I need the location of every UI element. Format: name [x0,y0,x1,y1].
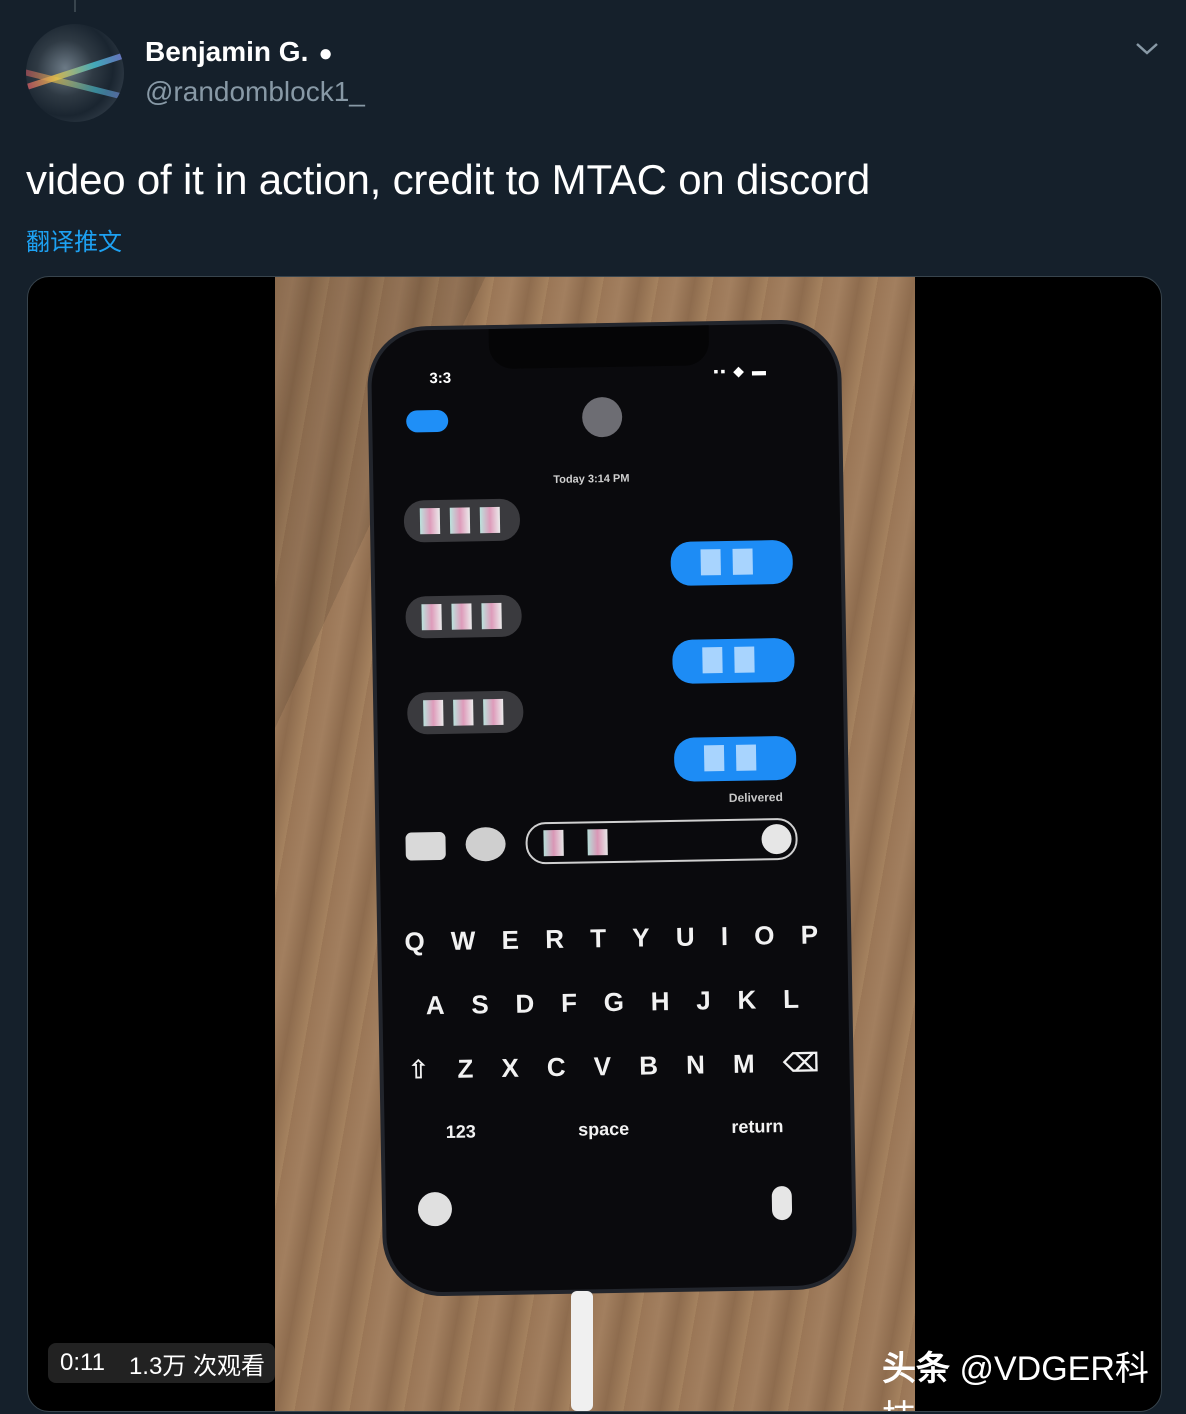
video-player[interactable]: 3:3 ▪▪ ◆ ▬ Today 3:14 PM Delivered Q W E… [27,276,1162,1412]
key: X [501,1052,520,1083]
numbers-key: 123 [445,1121,476,1142]
author-name-row[interactable]: Benjamin G. ● [145,36,333,68]
delivered-label: Delivered [728,790,783,805]
key: K [737,984,757,1015]
keyboard-row-1: Q W E R T Y U I O P [391,919,831,958]
delete-key: ⌫ [782,1047,820,1079]
author-handle[interactable]: @randomblock1_ [145,76,365,108]
outgoing-bubble [670,539,794,586]
video-info-badge: 0:11 1.3万 次观看 [48,1343,275,1383]
camera-icon [405,831,446,861]
key: F [560,987,578,1018]
phone-notch [488,325,710,370]
video-view-count: 1.3万 次观看 [128,1352,265,1380]
keyboard-row-3: ⇧ Z X C V B N M ⌫ [393,1047,833,1086]
app-store-icon [465,826,506,862]
translate-tweet-link[interactable]: 翻译推文 [26,222,122,257]
phone-in-video: 3:3 ▪▪ ◆ ▬ Today 3:14 PM Delivered Q W E… [366,318,858,1298]
key: Y [632,922,650,953]
onscreen-keyboard: Q W E R T Y U I O P A S D F G H J K L ⇧ … [391,919,831,1142]
key: B [638,1050,659,1081]
key: T [589,923,607,954]
key: Q [404,926,425,957]
send-icon [761,823,792,855]
key: O [754,920,775,951]
phone-status-icons: ▪▪ ◆ ▬ [713,362,769,380]
charging-cable [571,1291,593,1411]
space-key: space [577,1118,630,1140]
thread-line [74,0,76,12]
conversation-time: Today 3:14 PM [553,472,630,486]
key: P [800,919,819,950]
watermark-prefix: 头条 [882,1350,950,1388]
incoming-bubble [405,594,522,639]
key: J [696,985,711,1016]
key: W [450,925,476,956]
phone-status-time: 3:3 [429,369,452,388]
key: R [544,923,565,955]
video-duration: 0:11 [60,1349,105,1376]
tweet-text: video of it in action, credit to MTAC on… [26,156,870,203]
keyboard-row-4: 123 space return [394,1115,834,1144]
author-name[interactable]: Benjamin G. [145,36,308,67]
back-icon [406,409,449,433]
key: D [515,988,535,1019]
shift-key: ⇧ [407,1054,430,1085]
globe-icon [417,1191,453,1227]
microphone-icon [771,1185,793,1221]
return-key: return [731,1116,784,1137]
incoming-bubble [406,690,524,735]
key: U [675,921,695,952]
key: V [593,1051,612,1082]
key: I [720,920,729,952]
chevron-down-icon[interactable] [1134,36,1160,62]
key: L [782,983,800,1015]
key: C [546,1051,566,1083]
video-frame[interactable]: 3:3 ▪▪ ◆ ▬ Today 3:14 PM Delivered Q W E… [275,277,915,1411]
keyboard-row-2: A S D F G H J K L [392,983,832,1022]
incoming-bubble [403,498,521,543]
key: Z [457,1053,474,1084]
key: M [732,1048,755,1079]
message-compose-field [525,817,798,865]
apple-icon: ● [318,40,333,67]
key: E [501,924,520,955]
key: A [425,989,445,1021]
outgoing-bubble [672,637,795,684]
key: N [685,1049,706,1080]
key: H [650,986,670,1017]
outgoing-bubble [673,735,797,782]
avatar[interactable] [26,24,124,122]
key: S [471,989,489,1020]
source-watermark: 头条 @VDGER科技 [882,1341,1161,1411]
key: G [603,986,625,1018]
contact-avatar [581,396,623,438]
